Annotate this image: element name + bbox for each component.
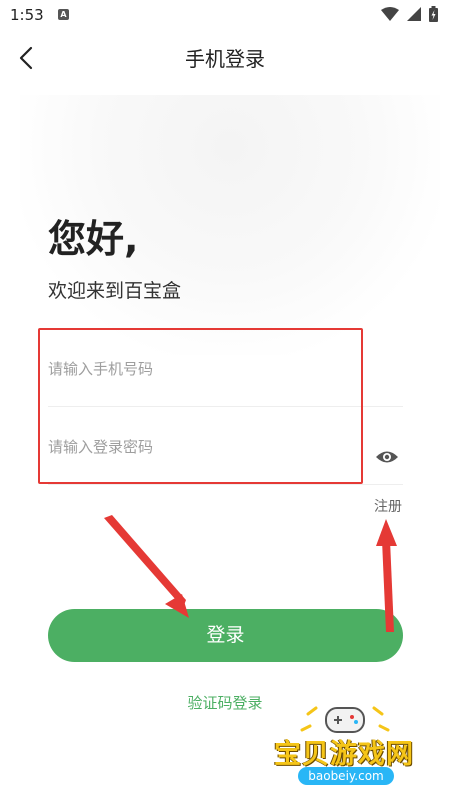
status-icons bbox=[381, 6, 438, 22]
notification-icon: A bbox=[58, 9, 69, 20]
watermark-url: baobeiy.com bbox=[298, 767, 394, 785]
watermark-title: 宝贝游戏网 bbox=[274, 739, 414, 770]
greeting-title: 您好, bbox=[48, 217, 139, 261]
status-bar: 1:53 A bbox=[0, 0, 450, 30]
title-bar: 手机登录 bbox=[0, 30, 450, 86]
status-time: 1:53 bbox=[10, 6, 44, 24]
login-button[interactable]: 登录 bbox=[48, 609, 403, 662]
arrow-to-login-icon bbox=[104, 515, 189, 618]
phone-field bbox=[48, 332, 403, 407]
register-link[interactable]: 注册 bbox=[374, 496, 402, 516]
password-input[interactable] bbox=[48, 410, 348, 484]
wifi-icon bbox=[381, 7, 399, 21]
phone-input[interactable] bbox=[48, 332, 348, 406]
page-title: 手机登录 bbox=[185, 47, 265, 71]
signal-icon bbox=[407, 7, 421, 21]
battery-icon bbox=[429, 6, 438, 22]
welcome-subtitle: 欢迎来到百宝盒 bbox=[48, 280, 182, 302]
watermark-logo: 宝贝游戏网 baobeiy.com bbox=[270, 700, 420, 795]
eye-icon[interactable] bbox=[375, 448, 399, 466]
password-field bbox=[48, 410, 403, 485]
